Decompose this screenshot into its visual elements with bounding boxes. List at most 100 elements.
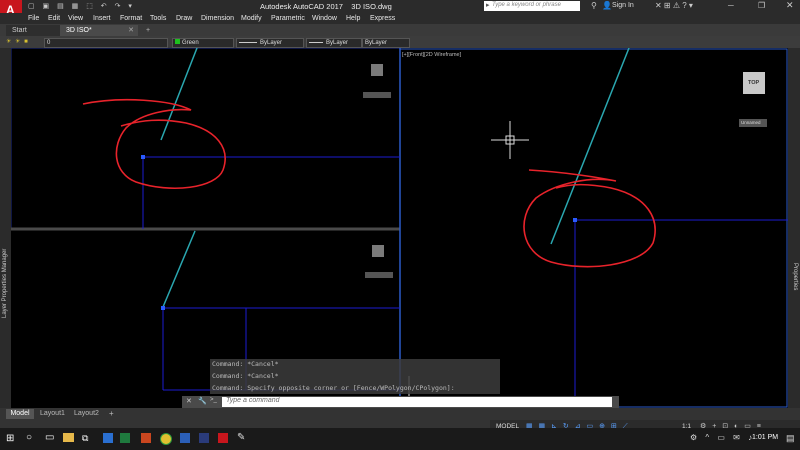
add-layout-button[interactable]: + xyxy=(109,409,114,418)
app-icon-blue[interactable] xyxy=(103,433,113,443)
search-box[interactable]: ▸ Type a keyword or phrase xyxy=(484,1,580,11)
properties-label: Properties xyxy=(792,263,798,291)
color-dropdown[interactable]: Green xyxy=(172,38,234,48)
grip-point-1[interactable] xyxy=(141,155,145,159)
red-circle-annotation-2 xyxy=(523,169,656,268)
command-placeholder: Type a command xyxy=(226,397,280,404)
command-history-line-2: Command: *Cancel* xyxy=(212,372,279,380)
menu-insert[interactable]: Insert xyxy=(93,13,111,24)
menu-format[interactable]: Format xyxy=(120,13,142,24)
viewcube-mini-2[interactable] xyxy=(372,245,384,257)
plotstyle-value: ByLayer xyxy=(365,40,388,46)
tab-close-icon[interactable]: ✕ xyxy=(128,25,134,36)
viewcube-mini-1[interactable] xyxy=(371,64,383,76)
viewport-right-border xyxy=(399,48,788,408)
windows-start-icon[interactable]: ⊞ xyxy=(6,433,14,444)
viewcube-face-label[interactable]: TOP xyxy=(748,80,759,86)
minimize-icon[interactable]: ─ xyxy=(728,1,734,10)
plotstyle-dropdown[interactable]: ByLayer xyxy=(362,38,410,48)
layer-properties-palette[interactable]: Layer Properties Manager xyxy=(0,48,11,408)
command-history-line-1: Command: *Cancel* xyxy=(212,360,279,368)
restore-icon[interactable]: ❐ xyxy=(758,1,765,10)
task-view-icon[interactable]: ▭ xyxy=(45,432,54,443)
command-prompt-icon: >_ xyxy=(210,397,217,403)
menu-parametric[interactable]: Parametric xyxy=(271,13,305,24)
lineweight-dropdown[interactable]: ByLayer xyxy=(306,38,362,48)
grip-point-2[interactable] xyxy=(161,306,165,310)
command-line: ✕ 🔧 >_ Type a command xyxy=(182,396,619,408)
menu-bar: File Edit View Insert Format Tools Draw … xyxy=(0,13,800,24)
excel-icon[interactable] xyxy=(120,433,130,443)
drawing-area[interactable] xyxy=(11,48,788,408)
new-tab-button[interactable]: + xyxy=(140,25,150,36)
menu-help[interactable]: Help xyxy=(346,13,360,24)
layout-tab-bar: Model Layout1 Layout2 + xyxy=(0,408,800,420)
tab-start-label: Start xyxy=(12,27,27,34)
windows-taskbar: ⊞ ○ ▭ ⧉ ✎ ⚙ ^ ▭ ✉ ♪ 1:01 PM ▤ xyxy=(0,428,800,450)
notifications-icon[interactable]: ▤ xyxy=(786,433,795,444)
window-title: Autodesk AutoCAD 2017 3D ISO.dwg xyxy=(260,2,392,11)
menu-file[interactable]: File xyxy=(28,13,39,24)
title-bar: A ▢ ▣ ▤ ▦ ⬚ ↶ ↷ ▾ Autodesk AutoCAD 2017 … xyxy=(0,0,800,24)
clock[interactable]: 1:01 PM xyxy=(752,434,778,441)
layout-bar-fill xyxy=(0,420,490,428)
tab-3d-iso-label: 3D ISO* xyxy=(66,27,92,34)
viewport-label[interactable]: [+][Front][2D Wireframe] xyxy=(402,52,461,58)
menu-view[interactable]: View xyxy=(68,13,83,24)
menu-express[interactable]: Express xyxy=(370,13,395,24)
menu-dimension[interactable]: Dimension xyxy=(201,13,234,24)
word-icon[interactable] xyxy=(180,433,190,443)
search-placeholder: Type a keyword or phrase xyxy=(492,2,561,8)
unnamed-label[interactable]: Unnamed xyxy=(741,120,761,125)
grip-point-3[interactable] xyxy=(573,218,577,222)
menu-modify[interactable]: Modify xyxy=(241,13,262,24)
command-history-line-3: Command: Specify opposite corner or [Fen… xyxy=(212,384,455,392)
tab-start[interactable]: Start xyxy=(6,25,64,36)
search-icon: ▸ xyxy=(486,2,490,9)
layer-icons[interactable]: ☀ ☀ ■ xyxy=(6,38,29,45)
chrome-icon[interactable] xyxy=(160,433,172,445)
linetype-value: ByLayer xyxy=(260,40,283,46)
search-circle-icon[interactable]: ○ xyxy=(26,432,32,443)
viewcube-mini-label-2[interactable] xyxy=(365,272,393,278)
crosshair-cursor xyxy=(491,121,529,159)
command-customize-icon[interactable]: 🔧 xyxy=(198,397,207,405)
cyan-line-right xyxy=(550,48,630,245)
properties-palette[interactable]: Properties xyxy=(788,48,800,408)
cyan-line-top-left xyxy=(160,48,198,141)
layer-properties-label: Layer Properties Manager xyxy=(2,248,8,318)
menu-edit[interactable]: Edit xyxy=(48,13,60,24)
photoshop-icon[interactable] xyxy=(199,433,209,443)
menu-tools[interactable]: Tools xyxy=(150,13,166,24)
viewcube-mini-label-1[interactable] xyxy=(363,92,391,98)
tab-model[interactable]: Model xyxy=(6,409,34,419)
cart-icon[interactable]: ✕ ⊞ ⚠ ? ▾ xyxy=(655,1,693,10)
layer-dropdown[interactable]: 0 xyxy=(44,38,168,48)
store-icon[interactable]: ⧉ xyxy=(82,433,88,444)
close-icon[interactable]: ✕ xyxy=(786,0,794,11)
sign-in-link[interactable]: Sign In xyxy=(612,2,634,9)
linetype-dropdown[interactable]: ByLayer xyxy=(236,38,304,48)
linetype-swatch xyxy=(239,41,257,43)
color-value: Green xyxy=(182,40,199,46)
lineweight-swatch xyxy=(309,41,323,43)
layer-value: 0 xyxy=(47,40,51,46)
menu-window[interactable]: Window xyxy=(312,13,337,24)
red-circle-annotation-1 xyxy=(82,98,226,190)
file-explorer-icon[interactable] xyxy=(63,433,74,442)
command-input[interactable]: Type a command xyxy=(222,397,612,407)
command-close-icon[interactable]: ✕ xyxy=(186,397,192,405)
menu-draw[interactable]: Draw xyxy=(176,13,192,24)
user-icon[interactable]: 👤 xyxy=(602,1,612,10)
cyan-line-bottom-left xyxy=(162,230,196,308)
tab-layout2[interactable]: Layout2 xyxy=(74,410,99,417)
paint-icon[interactable]: ✎ xyxy=(237,432,245,443)
tab-3d-iso[interactable]: 3D ISO* ✕ xyxy=(60,25,138,36)
autocad-taskbar-icon[interactable] xyxy=(218,433,228,443)
color-swatch xyxy=(175,39,180,44)
system-tray-icons[interactable]: ⚙ ^ ▭ ✉ ♪ xyxy=(690,433,755,442)
tab-layout1[interactable]: Layout1 xyxy=(40,410,65,417)
search-go-icon[interactable]: ⚲ xyxy=(591,1,597,10)
command-history: Command: *Cancel* Command: *Cancel* Comm… xyxy=(210,359,500,394)
powerpoint-icon[interactable] xyxy=(141,433,151,443)
